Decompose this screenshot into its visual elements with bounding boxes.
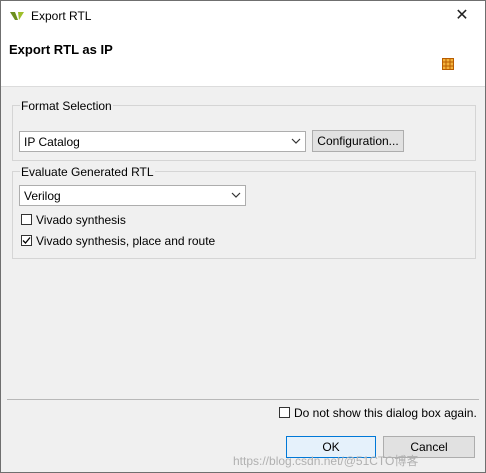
ip-grid-icon bbox=[442, 58, 454, 70]
dont-show-again-option[interactable]: Do not show this dialog box again. bbox=[279, 405, 479, 421]
configuration-button[interactable]: Configuration... bbox=[312, 130, 404, 152]
vivado-synthesis-option[interactable]: Vivado synthesis bbox=[21, 212, 221, 228]
chevron-down-icon bbox=[291, 138, 301, 144]
checkmark-icon bbox=[22, 237, 31, 244]
vivado-synthesis-place-route-checkbox[interactable] bbox=[21, 235, 32, 246]
dont-show-again-label: Do not show this dialog box again. bbox=[294, 406, 477, 420]
dont-show-again-checkbox[interactable] bbox=[279, 407, 290, 418]
format-selection-label: Format Selection bbox=[20, 99, 113, 113]
vivado-synthesis-place-route-option[interactable]: Vivado synthesis, place and route bbox=[21, 233, 271, 249]
vivado-synthesis-checkbox[interactable] bbox=[21, 214, 32, 225]
footer-divider bbox=[7, 399, 479, 400]
page-title: Export RTL as IP bbox=[9, 42, 113, 57]
dialog-header: Export RTL as IP bbox=[1, 31, 485, 87]
watermark-text: https://blog.csdn.net/@51CTO博客 bbox=[233, 454, 419, 468]
export-rtl-dialog: Export RTL ✕ Export RTL as IP Format Sel… bbox=[0, 0, 486, 473]
title-bar: Export RTL ✕ bbox=[1, 1, 485, 31]
format-select[interactable]: IP Catalog bbox=[19, 131, 306, 152]
format-select-value: IP Catalog bbox=[24, 135, 80, 149]
evaluate-rtl-label: Evaluate Generated RTL bbox=[20, 165, 155, 179]
vivado-app-icon bbox=[10, 12, 24, 20]
window-title: Export RTL bbox=[31, 9, 92, 23]
language-select[interactable]: Verilog bbox=[19, 185, 246, 206]
close-icon[interactable]: ✕ bbox=[439, 1, 485, 31]
language-select-value: Verilog bbox=[24, 189, 61, 203]
vivado-synthesis-place-route-label: Vivado synthesis, place and route bbox=[36, 234, 216, 248]
vivado-synthesis-label: Vivado synthesis bbox=[36, 213, 126, 227]
chevron-down-icon bbox=[231, 192, 241, 198]
